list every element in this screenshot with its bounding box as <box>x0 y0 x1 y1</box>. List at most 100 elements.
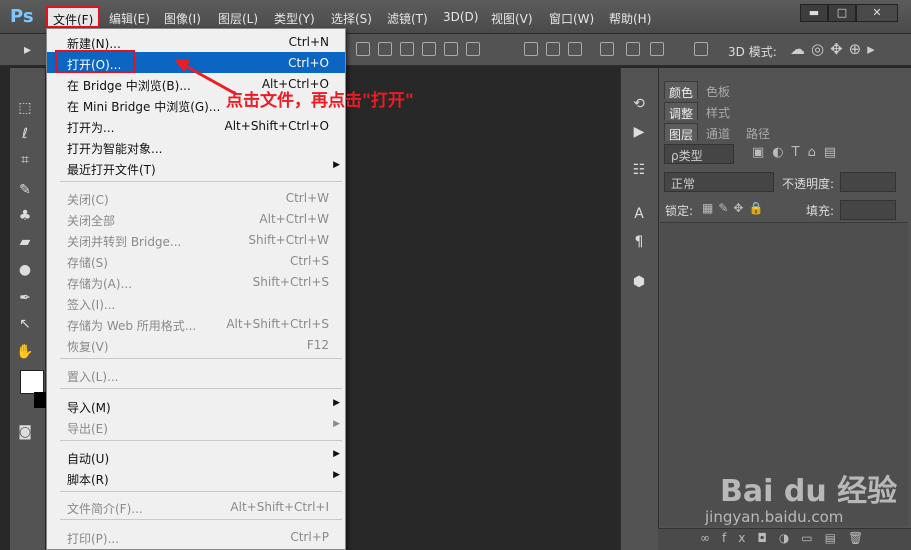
tab-paths[interactable]: 路径 <box>742 123 774 141</box>
tab-adjustments[interactable]: 调整 <box>664 102 699 121</box>
menu-item-print[interactable]: 打印(P)... Ctrl+P <box>47 526 345 547</box>
lock-icons[interactable]: ▦✎✥🔒 <box>702 201 768 215</box>
menu-item-save[interactable]: 存储(S) Ctrl+S <box>47 250 345 271</box>
align-hcenter-icon[interactable] <box>444 42 458 56</box>
menu-item-save-web[interactable]: 存储为 Web 所用格式... Alt+Shift+Ctrl+S <box>47 313 345 334</box>
menu-item-close-bridge[interactable]: 关闭并转到 Bridge... Shift+Ctrl+W <box>47 229 345 250</box>
menu-item-label: 置入(L)... <box>67 370 119 384</box>
distribute-left-icon[interactable] <box>600 42 614 56</box>
menu-item-new[interactable]: 新建(N)... Ctrl+N <box>47 31 345 52</box>
layer-footer-icons[interactable]: ∞fx◘◑▭▤🗑 <box>700 531 875 545</box>
menu-item-checkin[interactable]: 签入(I)... <box>47 292 345 313</box>
healing-tool-icon[interactable]: ✎ <box>16 182 34 198</box>
lock-label: 锁定: <box>665 204 694 218</box>
history-icon[interactable]: ⟲ <box>628 94 650 114</box>
tab-swatches[interactable]: 色板 <box>702 81 734 99</box>
menu-item-label: 脚本(R) <box>67 473 109 487</box>
tab-styles[interactable]: 样式 <box>702 102 734 120</box>
actions-play-icon[interactable]: ▶ <box>628 122 650 142</box>
auto-align-icon[interactable] <box>694 42 708 56</box>
tab-color[interactable]: 颜色 <box>664 81 699 100</box>
menu-item-close[interactable]: 关闭(C) Ctrl+W <box>47 187 345 208</box>
menu-item-open-smart[interactable]: 打开为智能对象... <box>47 136 345 157</box>
canvas-area[interactable] <box>346 68 618 550</box>
background-color-swatch[interactable] <box>34 392 46 408</box>
align-left-icon[interactable] <box>422 42 436 56</box>
paragraph-icon[interactable]: ¶ <box>628 232 650 252</box>
menu-item-import[interactable]: 导入(M) ▶ <box>47 395 345 416</box>
align-top-icon[interactable] <box>356 42 370 56</box>
menu-item-shortcut: Ctrl+O <box>288 56 329 70</box>
foreground-color-swatch[interactable] <box>20 370 44 394</box>
menu-separator <box>60 491 342 492</box>
menu-item-scripts[interactable]: 脚本(R) ▶ <box>47 467 345 488</box>
path-select-tool-icon[interactable]: ↖ <box>16 316 34 332</box>
menu-item-close-all[interactable]: 关闭全部 Alt+Ctrl+W <box>47 208 345 229</box>
menu-item-revert[interactable]: 恢复(V) F12 <box>47 334 345 355</box>
menu-select[interactable]: 选择(S) <box>331 10 372 27</box>
menu-item-label: 导出(E) <box>67 422 108 436</box>
move-tool-icon[interactable]: ▸ <box>24 42 31 58</box>
menu-image[interactable]: 图像(I) <box>164 10 201 27</box>
filter-icons[interactable]: ▣◐T⌂▤ <box>752 145 844 160</box>
crop-tool-icon[interactable]: ⌗ <box>16 152 34 168</box>
menu-help[interactable]: 帮助(H) <box>609 10 651 27</box>
character-icon[interactable]: A <box>628 204 650 224</box>
menu-type[interactable]: 类型(Y) <box>274 10 315 27</box>
menu-item-shortcut: Ctrl+N <box>288 35 329 49</box>
submenu-arrow-icon: ▶ <box>333 398 340 408</box>
marquee-tool-icon[interactable]: ⬚ <box>16 100 34 116</box>
fill-input[interactable] <box>840 200 896 220</box>
tab-layers[interactable]: 图层 <box>664 123 699 142</box>
3d-cube-icon[interactable]: ⬢ <box>628 272 650 292</box>
pen-tool-icon[interactable]: ✒ <box>16 290 34 306</box>
menu-separator <box>60 358 342 359</box>
distribute-vcenter-icon[interactable] <box>546 42 560 56</box>
menu-window[interactable]: 窗口(W) <box>549 10 594 27</box>
distribute-hcenter-icon[interactable] <box>626 42 640 56</box>
menu-item-file-info[interactable]: 文件简介(F)... Alt+Shift+Ctrl+I <box>47 496 345 517</box>
quick-mask-icon[interactable]: ◙ <box>16 424 34 440</box>
align-bottom-icon[interactable] <box>400 42 414 56</box>
eraser-tool-icon[interactable]: ▰ <box>16 234 34 250</box>
distribute-right-icon[interactable] <box>650 42 664 56</box>
3d-mode-icons[interactable]: ☁◎✥⊕▸ <box>790 40 881 58</box>
distribute-top-icon[interactable] <box>524 42 538 56</box>
menu-item-label: 签入(I)... <box>67 298 116 312</box>
stamp-tool-icon[interactable]: ♣ <box>16 208 34 224</box>
properties-icon[interactable]: ☷ <box>628 160 650 180</box>
minimize-button[interactable]: ▬ <box>800 4 828 22</box>
menu-item-export[interactable]: 导出(E) ▶ <box>47 416 345 437</box>
3d-mode-label: 3D 模式: <box>728 45 777 59</box>
menu-item-open-as[interactable]: 打开为... Alt+Shift+Ctrl+O <box>47 115 345 136</box>
menu-filter[interactable]: 滤镜(T) <box>387 10 428 27</box>
menu-3d[interactable]: 3D(D) <box>443 10 478 24</box>
close-button[interactable]: ✕ <box>856 4 898 22</box>
menu-view[interactable]: 视图(V) <box>491 10 533 27</box>
menu-item-shortcut: Shift+Ctrl+W <box>248 233 329 247</box>
menu-file[interactable]: 文件(F) <box>46 6 101 28</box>
menu-layer[interactable]: 图层(L) <box>218 10 258 27</box>
lasso-tool-icon[interactable]: ℓ <box>16 126 34 142</box>
watermark-url: jingyan.baidu.com <box>705 508 844 526</box>
menu-item-shortcut: Ctrl+P <box>290 530 329 544</box>
distribute-bottom-icon[interactable] <box>568 42 582 56</box>
maximize-button[interactable]: □ <box>828 4 856 22</box>
tab-channels[interactable]: 通道 <box>702 123 734 141</box>
menu-item-automate[interactable]: 自动(U) ▶ <box>47 446 345 467</box>
menu-item-shortcut: F12 <box>306 338 329 352</box>
submenu-arrow-icon: ▶ <box>333 470 340 480</box>
opacity-input[interactable] <box>840 172 896 192</box>
menu-item-place[interactable]: 置入(L)... <box>47 364 345 385</box>
menu-item-save-as[interactable]: 存储为(A)... Shift+Ctrl+S <box>47 271 345 292</box>
layer-filter-select[interactable]: ρ类型 <box>664 144 734 164</box>
blur-tool-icon[interactable]: ● <box>16 262 34 278</box>
menu-edit[interactable]: 编辑(E) <box>109 10 150 27</box>
menu-item-recent[interactable]: 最近打开文件(T) ▶ <box>47 157 345 178</box>
align-right-icon[interactable] <box>466 42 480 56</box>
menu-item-label: 恢复(V) <box>67 340 109 354</box>
blend-mode-select[interactable]: 正常 <box>664 172 774 192</box>
hand-tool-icon[interactable]: ✋ <box>16 344 34 360</box>
menu-item-shortcut: Alt+Shift+Ctrl+S <box>226 317 329 331</box>
align-vcenter-icon[interactable] <box>378 42 392 56</box>
